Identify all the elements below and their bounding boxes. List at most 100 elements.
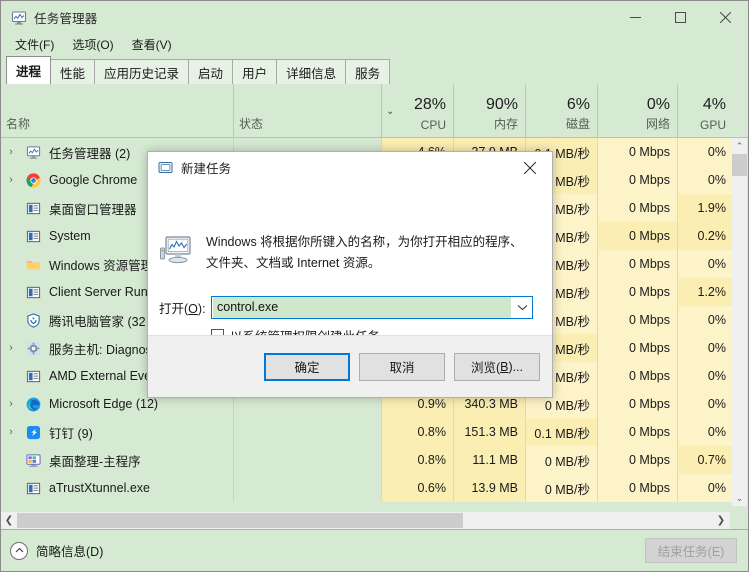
task-manager-window: 任务管理器 文件(F) 选项(O) 查看(V) 进程 性能 应用历史记录 启动 … [0, 0, 749, 572]
process-cpu-cell: 0.8% [381, 446, 453, 474]
row-expander-icon[interactable]: › [1, 146, 21, 158]
process-net-cell: 0 Mbps [597, 334, 677, 362]
process-gpu-cell: 0% [677, 418, 733, 446]
column-header-network[interactable]: 0% 网络 [597, 84, 677, 137]
column-memory-label: 内存 [494, 115, 518, 132]
task-manager-icon [10, 9, 27, 26]
process-mem-cell: 11.1 MB [453, 446, 525, 474]
fewer-details-label: 简略信息(D) [36, 541, 103, 560]
gear-icon [25, 340, 41, 356]
horizontal-scrollbar[interactable]: ❮ ❯ [1, 511, 748, 529]
row-expander-icon[interactable]: › [1, 426, 21, 438]
scroll-right-icon[interactable]: ❯ [713, 512, 729, 529]
column-header-memory[interactable]: 90% 内存 [453, 84, 525, 137]
column-gpu-label: GPU [700, 118, 726, 132]
dialog-title: 新建任务 [181, 158, 231, 177]
cancel-button[interactable]: 取消 [359, 353, 445, 381]
process-gpu-cell: 0% [677, 166, 733, 194]
column-header-status[interactable]: 状态 [233, 84, 381, 137]
menu-options[interactable]: 选项(O) [64, 34, 121, 55]
chevron-down-icon[interactable] [512, 297, 532, 318]
task-manager-monitor-icon [159, 232, 195, 268]
column-memory-value: 90% [486, 96, 518, 114]
process-gpu-cell: 0.7% [677, 446, 733, 474]
fewer-details-button[interactable]: 简略信息(D) [10, 541, 103, 560]
scroll-left-icon[interactable]: ❮ [1, 512, 17, 529]
process-gpu-cell: 0.2% [677, 222, 733, 250]
new-task-dialog: 新建任务 Windows 将根据你所键入的名称，为你打开相应的程序、 [147, 151, 553, 398]
generic-app-icon [25, 284, 41, 300]
tab-processes[interactable]: 进程 [6, 56, 51, 84]
browse-label-suffix: )... [508, 360, 523, 374]
column-network-label: 网络 [646, 115, 670, 132]
process-net-cell: 0 Mbps [597, 446, 677, 474]
window-controls [613, 1, 748, 34]
table-row[interactable]: ›钉钉 (9)0.8%151.3 MB0.1 MB/秒0 Mbps0% [1, 418, 733, 446]
process-net-cell: 0 Mbps [597, 278, 677, 306]
open-input[interactable]: control.exe [213, 297, 511, 318]
open-label: 打开(O): [159, 298, 211, 317]
browse-label-accel: B [500, 360, 508, 374]
scroll-down-icon[interactable]: ⌄ [732, 490, 747, 506]
process-mem-cell: 151.3 MB [453, 418, 525, 446]
dialog-body: Windows 将根据你所键入的名称，为你打开相应的程序、 文件夹、文档或 In… [148, 184, 552, 336]
tab-services[interactable]: 服务 [345, 59, 390, 84]
tab-app-history[interactable]: 应用历史记录 [94, 59, 189, 84]
column-disk-value: 6% [567, 96, 590, 114]
process-gpu-cell: 1.9% [677, 194, 733, 222]
ok-button[interactable]: 确定 [264, 353, 350, 381]
process-net-cell: 0 Mbps [597, 166, 677, 194]
column-cpu-label: CPU [421, 118, 446, 132]
process-disk-cell: 0 MB/秒 [525, 446, 597, 474]
process-name-label: Microsoft Edge (12) [49, 397, 158, 411]
scroll-up-icon[interactable]: ⌃ [732, 138, 747, 154]
process-cpu-cell: 0.8% [381, 418, 453, 446]
menu-view[interactable]: 查看(V) [124, 34, 180, 55]
vertical-scroll-thumb[interactable] [732, 154, 747, 176]
process-status-cell [233, 474, 381, 502]
process-net-cell: 0 Mbps [597, 306, 677, 334]
column-header-name[interactable]: 名称 [1, 84, 233, 137]
process-gpu-cell: 0% [677, 306, 733, 334]
maximize-button[interactable] [658, 1, 703, 34]
tab-performance[interactable]: 性能 [50, 59, 95, 84]
horizontal-scroll-thumb[interactable] [17, 513, 463, 528]
browse-button[interactable]: 浏览(B)... [454, 353, 540, 381]
tab-startup[interactable]: 启动 [188, 59, 233, 84]
close-button[interactable] [703, 1, 748, 34]
tab-details[interactable]: 详细信息 [276, 59, 346, 84]
open-label-suffix: ): [198, 302, 206, 316]
folder-icon [25, 256, 41, 272]
process-net-cell: 0 Mbps [597, 250, 677, 278]
process-gpu-cell: 0% [677, 474, 733, 502]
title-bar: 任务管理器 [1, 1, 748, 34]
desktop-tidy-icon [25, 452, 41, 468]
process-net-cell: 0 Mbps [597, 474, 677, 502]
vertical-scrollbar[interactable]: ⌃ ⌄ [732, 138, 747, 506]
dialog-close-button[interactable] [507, 152, 552, 184]
column-header-row: 名称 状态 28% CPU 90% 内存 6% 磁盘 0% 网络 4% GPU … [1, 84, 748, 138]
generic-app-icon [25, 200, 41, 216]
dialog-description-line1: Windows 将根据你所键入的名称，为你打开相应的程序、 [206, 232, 531, 253]
column-header-disk[interactable]: 6% 磁盘 [525, 84, 597, 137]
generic-app-icon [25, 480, 41, 496]
column-header-gpu[interactable]: 4% GPU [677, 84, 733, 137]
tab-users[interactable]: 用户 [232, 59, 277, 84]
sort-indicator-icon: ⌄ [386, 106, 394, 117]
process-status-cell [233, 446, 381, 474]
process-mem-cell: 13.9 MB [453, 474, 525, 502]
end-task-button[interactable]: 结束任务(E) [645, 538, 737, 563]
open-combobox[interactable]: control.exe [211, 296, 533, 319]
row-expander-icon[interactable]: › [1, 174, 21, 186]
table-row[interactable]: aTrustXtunnel.exe0.6%13.9 MB0 MB/秒0 Mbps… [1, 474, 733, 502]
menu-file[interactable]: 文件(F) [7, 34, 62, 55]
row-expander-icon[interactable]: › [1, 398, 21, 410]
row-expander-icon[interactable]: › [1, 342, 21, 354]
process-status-cell [233, 418, 381, 446]
column-header-name-label: 名称 [6, 115, 30, 132]
table-row[interactable]: 桌面整理-主程序0.8%11.1 MB0 MB/秒0 Mbps0.7% [1, 446, 733, 474]
dingtalk-icon [25, 424, 41, 440]
open-label-prefix: 打开( [159, 302, 188, 316]
minimize-button[interactable] [613, 1, 658, 34]
process-net-cell: 0 Mbps [597, 222, 677, 250]
